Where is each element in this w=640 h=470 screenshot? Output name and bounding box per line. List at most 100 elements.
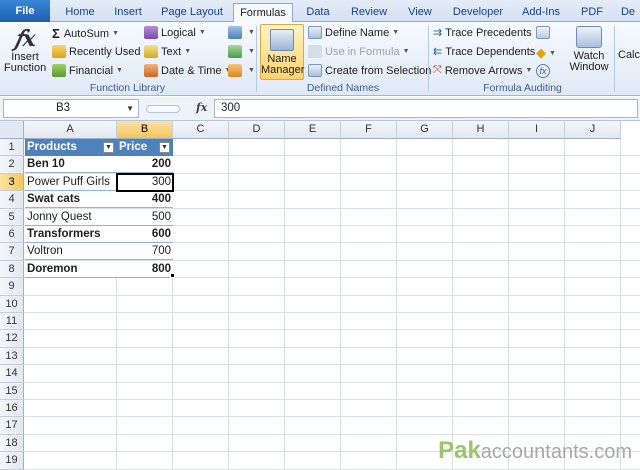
table-cell-product[interactable]: Ben 10: [25, 156, 117, 173]
insert-function-fx-icon[interactable]: fx: [196, 101, 207, 114]
row-header-14[interactable]: 14: [0, 365, 24, 383]
column-header-g[interactable]: G: [397, 121, 453, 139]
grid-column-line: [620, 139, 621, 469]
row-header-5[interactable]: 5: [0, 208, 24, 226]
row-header-17[interactable]: 17: [0, 417, 24, 435]
row-header-11[interactable]: 11: [0, 313, 24, 331]
table-cell-price[interactable]: 400: [117, 191, 173, 208]
error-checking-button[interactable]: ◆ ▼: [536, 45, 556, 61]
column-header-d[interactable]: D: [229, 121, 285, 139]
table-cell-price[interactable]: 500: [117, 209, 173, 226]
date-time-label: Date & Time: [161, 64, 222, 77]
column-header-f[interactable]: F: [341, 121, 397, 139]
recently-used-label: Recently Used: [69, 45, 141, 58]
column-header-h[interactable]: H: [453, 121, 509, 139]
autosum-button[interactable]: Σ AutoSum ▼: [52, 26, 119, 41]
filter-dropdown-icon[interactable]: ▼: [103, 142, 114, 153]
financial-button[interactable]: Financial ▼: [52, 64, 123, 77]
formula-bar-grip[interactable]: [146, 105, 180, 113]
recently-used-button[interactable]: Recently Used▼: [52, 45, 150, 58]
trace-dependents-button[interactable]: ⇇ Trace Dependents: [433, 45, 535, 59]
table-header-products[interactable]: Products ▼: [25, 139, 117, 156]
tab-insert[interactable]: Insert: [106, 3, 150, 22]
chevron-down-icon[interactable]: ▼: [126, 100, 134, 117]
table-cell-product[interactable]: Power Puff Girls: [25, 174, 117, 191]
chevron-down-icon: ▼: [184, 48, 192, 55]
tab-pdf[interactable]: PDF: [574, 3, 610, 22]
table-cell-product[interactable]: Transformers: [25, 226, 117, 243]
row-header-13[interactable]: 13: [0, 347, 24, 366]
table-header-price[interactable]: Price ▼: [117, 139, 173, 156]
row-header-4[interactable]: 4: [0, 191, 24, 209]
chevron-down-icon: ▼: [198, 29, 206, 36]
table-cell-product[interactable]: Swat cats: [25, 191, 117, 208]
row-header-9[interactable]: 9: [0, 278, 24, 296]
column-header-j[interactable]: J: [565, 121, 621, 139]
row-header-1[interactable]: 1: [0, 139, 24, 157]
star-book-icon: [52, 45, 66, 58]
tab-developer[interactable]: Developer: [448, 3, 508, 22]
row-header-8[interactable]: 8: [0, 260, 24, 279]
tab-page-layout[interactable]: Page Layout: [156, 3, 228, 22]
column-header-i[interactable]: I: [509, 121, 565, 139]
tab-formulas[interactable]: Formulas: [233, 3, 293, 23]
row-header-7[interactable]: 7: [0, 243, 24, 261]
use-in-formula-button[interactable]: Use in Formula ▼: [308, 45, 410, 58]
tab-home[interactable]: Home: [58, 3, 102, 22]
formula-input[interactable]: 300: [214, 99, 638, 118]
name-manager-button[interactable]: Name Manager: [260, 24, 304, 80]
show-formulas-button[interactable]: [536, 26, 553, 39]
column-header-c[interactable]: C: [173, 121, 229, 139]
trace-precedents-button[interactable]: ⇉ Trace Precedents: [433, 26, 532, 40]
calculation-options-button[interactable]: Calcu: [618, 50, 640, 61]
row-header-18[interactable]: 18: [0, 434, 24, 453]
column-header-b[interactable]: B: [117, 121, 173, 139]
table-resize-handle[interactable]: [170, 273, 175, 278]
name-box[interactable]: B3 ▼: [3, 99, 139, 118]
table-cell-price[interactable]: 800: [117, 261, 173, 278]
more-functions-button[interactable]: ▼: [228, 64, 255, 77]
row-header-16[interactable]: 16: [0, 400, 24, 418]
tab-view[interactable]: View: [400, 3, 440, 22]
tab-review[interactable]: Review: [346, 3, 392, 22]
table-cell-price[interactable]: 600: [117, 226, 173, 243]
table-cell-price[interactable]: 700: [117, 243, 173, 260]
watch-window-button[interactable]: Watch Window: [566, 26, 612, 73]
group-separator: [614, 26, 615, 92]
text-button[interactable]: Text ▼: [144, 45, 191, 58]
worksheet-grid[interactable]: ABCDEFGHIJ 1 2 3 4 5 6 7 8 9 10 11 12 13 14 15 16 17 18 19…: [0, 121, 640, 470]
lookup-reference-button[interactable]: ▼: [228, 26, 255, 39]
tab-file[interactable]: File: [0, 0, 50, 22]
table-cell-product[interactable]: Voltron: [25, 243, 117, 260]
row-header-19[interactable]: 19: [0, 452, 24, 470]
row-header-2[interactable]: 2: [0, 156, 24, 174]
date-time-button[interactable]: Date & Time▼: [144, 64, 231, 77]
tab-add-ins[interactable]: Add-Ins: [516, 3, 566, 22]
column-header-e[interactable]: E: [285, 121, 341, 139]
chevron-down-icon: ▼: [392, 29, 400, 36]
column-header-a[interactable]: A: [24, 121, 117, 139]
math-trig-button[interactable]: ▼: [228, 45, 255, 58]
logical-button[interactable]: Logical ▼: [144, 26, 206, 39]
table-cell-product[interactable]: Doremon: [25, 261, 117, 278]
row-header-6[interactable]: 6: [0, 226, 24, 244]
grid-column-line: [284, 139, 285, 469]
logical-book-icon: [144, 26, 158, 39]
select-all-corner[interactable]: [0, 121, 24, 139]
tab-data[interactable]: Data: [298, 3, 338, 22]
row-header-15[interactable]: 15: [0, 382, 24, 400]
create-from-selection-button[interactable]: Create from Selection: [308, 64, 431, 77]
chevron-down-icon: ▼: [248, 48, 255, 55]
tab-developer-partial[interactable]: De: [616, 3, 640, 22]
define-name-button[interactable]: Define Name ▼: [308, 26, 399, 39]
table-cell-price[interactable]: 200: [117, 156, 173, 173]
filter-dropdown-icon[interactable]: ▼: [159, 142, 170, 153]
row-header-3[interactable]: 3: [0, 173, 24, 192]
remove-arrows-button[interactable]: ⤧ Remove Arrows ▼: [433, 64, 532, 77]
watch-window-label-2: Window: [569, 61, 609, 73]
table-cell-product[interactable]: Jonny Quest: [25, 209, 117, 226]
evaluate-formula-button[interactable]: fx: [536, 64, 550, 78]
row-header-12[interactable]: 12: [0, 330, 24, 348]
row-header-10[interactable]: 10: [0, 295, 24, 313]
insert-function-button[interactable]: 𝑓x Insert Function: [4, 26, 46, 74]
